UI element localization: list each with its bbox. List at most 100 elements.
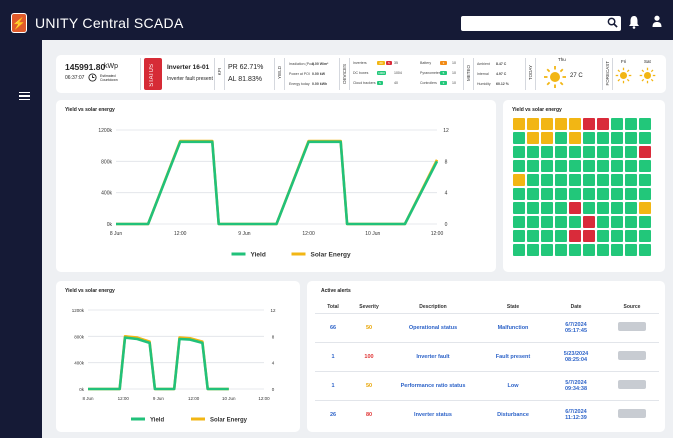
heatmap-cell[interactable] bbox=[527, 132, 539, 144]
heatmap-cell[interactable] bbox=[583, 244, 595, 256]
heatmap-cell[interactable] bbox=[583, 132, 595, 144]
heatmap-cell[interactable] bbox=[597, 174, 609, 186]
heatmap-cell[interactable] bbox=[569, 244, 581, 256]
heatmap-cell[interactable] bbox=[513, 230, 525, 242]
search-icon[interactable] bbox=[607, 17, 618, 28]
heatmap-cell[interactable] bbox=[583, 202, 595, 214]
heatmap-cell[interactable] bbox=[597, 216, 609, 228]
column-header[interactable]: Date bbox=[547, 301, 605, 313]
heatmap-cell[interactable] bbox=[569, 118, 581, 130]
heatmap-cell[interactable] bbox=[639, 244, 651, 256]
heatmap-cell[interactable] bbox=[569, 202, 581, 214]
heatmap-cell[interactable] bbox=[597, 132, 609, 144]
heatmap-cell[interactable] bbox=[611, 188, 623, 200]
heatmap-cell[interactable] bbox=[611, 174, 623, 186]
column-header[interactable]: State bbox=[479, 301, 547, 313]
heatmap-cell[interactable] bbox=[611, 118, 623, 130]
table-row[interactable]: 1 100 Inverter fault Fault present 5/23/2024… bbox=[315, 341, 659, 371]
source-button[interactable] bbox=[618, 409, 646, 419]
heatmap-cell[interactable] bbox=[625, 230, 637, 242]
column-header[interactable]: Source bbox=[605, 301, 659, 313]
heatmap-cell[interactable] bbox=[541, 216, 553, 228]
table-row[interactable]: 26 80 Inverter status Disturbance 6/7/2024 1… bbox=[315, 399, 659, 429]
heatmap-cell[interactable] bbox=[597, 230, 609, 242]
heatmap-cell[interactable] bbox=[583, 118, 595, 130]
heatmap-cell[interactable] bbox=[583, 230, 595, 242]
heatmap-cell[interactable] bbox=[625, 174, 637, 186]
search-input[interactable] bbox=[461, 16, 621, 31]
heatmap-cell[interactable] bbox=[625, 244, 637, 256]
heatmap-cell[interactable] bbox=[639, 230, 651, 242]
heatmap-cell[interactable] bbox=[611, 202, 623, 214]
heatmap-cell[interactable] bbox=[513, 160, 525, 172]
heatmap-cell[interactable] bbox=[569, 160, 581, 172]
heatmap-cell[interactable] bbox=[541, 146, 553, 158]
heatmap-cell[interactable] bbox=[583, 160, 595, 172]
heatmap-cell[interactable] bbox=[541, 230, 553, 242]
heatmap-cell[interactable] bbox=[555, 132, 567, 144]
heatmap-cell[interactable] bbox=[555, 202, 567, 214]
heatmap-cell[interactable] bbox=[611, 160, 623, 172]
heatmap-cell[interactable] bbox=[597, 146, 609, 158]
heatmap-cell[interactable] bbox=[583, 188, 595, 200]
menu-icon[interactable] bbox=[19, 92, 30, 100]
heatmap-cell[interactable] bbox=[555, 244, 567, 256]
yield-line-chart[interactable]: 0k 0 400k 4 800k 8 1200k 12 8 Jun 12:00 9 Jun 12:00… bbox=[56, 100, 496, 272]
heatmap-cell[interactable] bbox=[541, 174, 553, 186]
heatmap-cell[interactable] bbox=[625, 202, 637, 214]
heatmap-cell[interactable] bbox=[569, 216, 581, 228]
heatmap-cell[interactable] bbox=[597, 118, 609, 130]
column-header[interactable]: Total bbox=[315, 301, 351, 313]
heatmap-cell[interactable] bbox=[611, 216, 623, 228]
heatmap-cell[interactable] bbox=[639, 202, 651, 214]
yield-line-chart-small[interactable]: 0k 0 400k 4 800k 8 1200k 12 8 Jun 12:00 9 Jun 12:00… bbox=[56, 281, 300, 432]
heatmap-cell[interactable] bbox=[555, 216, 567, 228]
heatmap-cell[interactable] bbox=[513, 174, 525, 186]
heatmap-cell[interactable] bbox=[639, 160, 651, 172]
heatmap-cell[interactable] bbox=[555, 174, 567, 186]
heatmap-cell[interactable] bbox=[625, 132, 637, 144]
heatmap-cell[interactable] bbox=[583, 174, 595, 186]
source-button[interactable] bbox=[618, 351, 646, 360]
heatmap-cell[interactable] bbox=[625, 118, 637, 130]
status-badge[interactable]: STATUS bbox=[144, 58, 162, 90]
heatmap-cell[interactable] bbox=[527, 202, 539, 214]
heatmap-cell[interactable] bbox=[555, 146, 567, 158]
heatmap-cell[interactable] bbox=[639, 118, 651, 130]
column-header[interactable]: Severity bbox=[351, 301, 387, 313]
heatmap-cell[interactable] bbox=[513, 244, 525, 256]
heatmap-cell[interactable] bbox=[569, 174, 581, 186]
heatmap-cell[interactable] bbox=[541, 118, 553, 130]
table-row[interactable]: 1 50 Performance ratio status Low 5/7/2024 0… bbox=[315, 370, 659, 400]
heatmap-cell[interactable] bbox=[611, 244, 623, 256]
heatmap-cell[interactable] bbox=[597, 202, 609, 214]
heatmap-cell[interactable] bbox=[569, 132, 581, 144]
heatmap-cell[interactable] bbox=[611, 230, 623, 242]
heatmap-cell[interactable] bbox=[639, 216, 651, 228]
heatmap-cell[interactable] bbox=[555, 118, 567, 130]
heatmap-cell[interactable] bbox=[625, 146, 637, 158]
heatmap-cell[interactable] bbox=[541, 244, 553, 256]
column-header[interactable]: Description bbox=[387, 301, 479, 313]
heatmap-cell[interactable] bbox=[527, 160, 539, 172]
heatmap-cell[interactable] bbox=[541, 160, 553, 172]
heatmap-cell[interactable] bbox=[513, 146, 525, 158]
heatmap-cell[interactable] bbox=[513, 118, 525, 130]
source-button[interactable] bbox=[618, 380, 646, 389]
heatmap-cell[interactable] bbox=[541, 202, 553, 214]
heatmap-cell[interactable] bbox=[527, 230, 539, 242]
user-icon[interactable] bbox=[652, 15, 662, 27]
heatmap-cell[interactable] bbox=[527, 146, 539, 158]
heatmap-cell[interactable] bbox=[555, 160, 567, 172]
heatmap-cell[interactable] bbox=[513, 202, 525, 214]
heatmap-cell[interactable] bbox=[513, 188, 525, 200]
heatmap-cell[interactable] bbox=[527, 174, 539, 186]
heatmap-cell[interactable] bbox=[611, 132, 623, 144]
heatmap-cell[interactable] bbox=[569, 188, 581, 200]
source-button[interactable] bbox=[618, 322, 646, 331]
heatmap-cell[interactable] bbox=[597, 188, 609, 200]
heatmap-cell[interactable] bbox=[527, 216, 539, 228]
heatmap-cell[interactable] bbox=[611, 146, 623, 158]
heatmap-cell[interactable] bbox=[541, 132, 553, 144]
heatmap-cell[interactable] bbox=[555, 188, 567, 200]
